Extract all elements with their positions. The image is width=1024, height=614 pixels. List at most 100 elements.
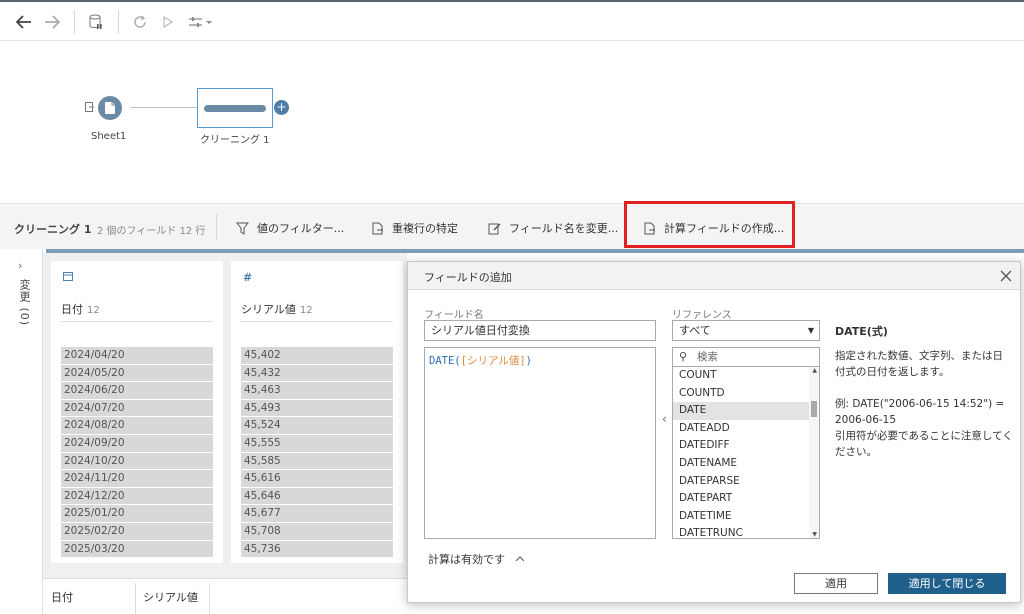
profile-card-title: 日付 12 bbox=[61, 303, 100, 316]
changes-panel[interactable]: › 変更 (0) bbox=[0, 249, 43, 614]
search-icon: ⚲ bbox=[679, 350, 688, 363]
step-divider bbox=[216, 214, 217, 240]
value-list: 2024/04/20 2024/05/20 2024/06/20 2024/07/20… bbox=[61, 347, 213, 559]
value-row[interactable]: 45,555 bbox=[241, 434, 393, 453]
function-search-input[interactable]: ⚲ 検索 bbox=[672, 347, 820, 367]
value-row[interactable]: 2024/05/20 bbox=[61, 364, 213, 383]
function-list-item[interactable]: COUNTD bbox=[673, 385, 819, 403]
input-node-sheet1[interactable] bbox=[98, 96, 122, 120]
function-doc-title: DATE(式) bbox=[835, 325, 888, 338]
formula-paren-close: ) bbox=[525, 355, 532, 367]
function-list-item[interactable]: COUNT bbox=[673, 367, 819, 385]
function-list-item[interactable]: DATEADD bbox=[673, 420, 819, 438]
rename-field-button[interactable]: フィールド名を変更... bbox=[488, 220, 618, 236]
grid-header-serial[interactable]: シリアル値 bbox=[143, 589, 198, 605]
number-hash-icon: # bbox=[243, 271, 253, 284]
value-row[interactable]: 45,402 bbox=[241, 347, 393, 365]
scroll-up-icon[interactable]: ▲ bbox=[812, 367, 817, 374]
value-row[interactable]: 45,432 bbox=[241, 364, 393, 383]
refresh-icon[interactable] bbox=[128, 10, 152, 34]
toolbar-divider bbox=[118, 10, 119, 34]
clean-step-node[interactable] bbox=[197, 88, 273, 128]
value-row[interactable]: 2024/09/20 bbox=[61, 434, 213, 453]
step-meta: 2 個のフィールド 12 行 bbox=[97, 226, 206, 237]
edit-pencil-icon bbox=[488, 223, 501, 234]
value-row[interactable]: 45,736 bbox=[241, 540, 393, 559]
value-row[interactable]: 2024/07/20 bbox=[61, 399, 213, 418]
function-list-item[interactable]: DATE bbox=[673, 402, 819, 420]
function-list-item[interactable]: DATEDIFF bbox=[673, 437, 819, 455]
profile-card-serial[interactable]: # シリアル値 12 45,402 45,432 45,463 45,493 45,524… bbox=[231, 261, 403, 563]
forward-arrow-icon[interactable] bbox=[40, 10, 64, 34]
profile-card-date[interactable]: 日付 12 2024/04/20 2024/05/20 2024/06/20 2024/… bbox=[51, 261, 223, 563]
value-row[interactable]: 2024/06/20 bbox=[61, 382, 213, 400]
search-placeholder: 検索 bbox=[697, 351, 718, 363]
chevron-right-icon[interactable]: › bbox=[18, 259, 22, 272]
value-row[interactable]: 2024/12/20 bbox=[61, 487, 213, 506]
calendar-icon bbox=[63, 271, 73, 284]
function-list-item[interactable]: DATETIME bbox=[673, 508, 819, 526]
changes-label: 変更 (0) bbox=[18, 279, 31, 327]
card-divider bbox=[61, 321, 213, 322]
value-row[interactable]: 2024/10/20 bbox=[61, 452, 213, 471]
value-row[interactable]: 45,524 bbox=[241, 417, 393, 435]
function-list-item[interactable]: DATEPART bbox=[673, 490, 819, 508]
value-row[interactable]: 45,493 bbox=[241, 399, 393, 418]
field-name-input[interactable]: シリアル値日付変換 bbox=[424, 320, 656, 341]
input-node-label: Sheet1 bbox=[91, 131, 127, 142]
value-row[interactable]: 2025/01/20 bbox=[61, 505, 213, 523]
value-row[interactable]: 2024/04/20 bbox=[61, 347, 213, 365]
value-row[interactable]: 45,708 bbox=[241, 522, 393, 541]
dialog-header: フィールドの追加 bbox=[408, 262, 1020, 290]
value-row[interactable]: 2024/08/20 bbox=[61, 417, 213, 435]
value-row[interactable]: 45,616 bbox=[241, 470, 393, 488]
back-arrow-icon[interactable] bbox=[12, 10, 36, 34]
function-doc-example: 例: DATE("2006-06-15 14:52") = 2006-06-15 bbox=[835, 398, 1005, 426]
input-flag-icon bbox=[85, 102, 95, 115]
function-list[interactable]: COUNT COUNTD DATE DATEADD DATEDIFF DATENAME DA… bbox=[672, 367, 820, 539]
value-row[interactable]: 2025/02/20 bbox=[61, 522, 213, 541]
reference-category-select[interactable]: すべて ▼ bbox=[672, 320, 820, 341]
formula-function: DATE bbox=[429, 355, 455, 367]
grid-header-date[interactable]: 日付 bbox=[51, 589, 73, 605]
add-step-plus-icon[interactable]: + bbox=[274, 100, 289, 115]
scroll-down-icon[interactable]: ▼ bbox=[812, 531, 817, 538]
add-field-dialog: フィールドの追加 フィールド名 シリアル値日付変換 DATE([シリアル値]) … bbox=[407, 261, 1021, 603]
chevron-left-icon[interactable]: ‹ bbox=[662, 412, 667, 426]
scroll-thumb[interactable] bbox=[811, 401, 817, 417]
dialog-title: フィールドの追加 bbox=[424, 271, 512, 284]
value-row[interactable]: 45,585 bbox=[241, 452, 393, 471]
calc-valid-toggle[interactable]: 計算は有効です bbox=[428, 551, 525, 567]
identify-duplicates-label: 重複行の特定 bbox=[392, 222, 458, 235]
function-doc-body: 指定された数値、文字列、または日付式の日付を返します。 例: DATE("200… bbox=[835, 348, 1013, 460]
value-row[interactable]: 45,463 bbox=[241, 382, 393, 400]
filter-values-button[interactable]: 値のフィルター... bbox=[236, 220, 344, 236]
value-row[interactable]: 2025/03/20 bbox=[61, 540, 213, 559]
function-list-scrollbar[interactable]: ▲ ▼ bbox=[809, 367, 819, 538]
value-row[interactable]: 45,646 bbox=[241, 487, 393, 506]
profile-card-title: シリアル値 12 bbox=[241, 303, 313, 316]
apply-and-close-button[interactable]: 適用して閉じる bbox=[888, 573, 1006, 594]
step-title: クリーニング 1 bbox=[14, 223, 92, 236]
formula-field-ref: [シリアル値] bbox=[460, 355, 526, 367]
settings-sliders-icon[interactable] bbox=[186, 10, 214, 34]
close-icon[interactable] bbox=[1000, 267, 1012, 286]
function-list-item[interactable]: DATEPARSE bbox=[673, 473, 819, 491]
function-list-item[interactable]: DATETRUNC bbox=[673, 525, 819, 538]
function-doc-description: 指定された数値、文字列、または日付式の日付を返します。 bbox=[835, 350, 1003, 378]
reference-select-value: すべて bbox=[679, 324, 711, 337]
formula-editor[interactable]: DATE([シリアル値]) bbox=[424, 347, 656, 539]
run-icon[interactable] bbox=[156, 10, 180, 34]
step-toolbar: クリーニング 1 2 個のフィールド 12 行 値のフィルター... 重複行の特… bbox=[0, 203, 1024, 249]
reference-label: リファレンス bbox=[672, 310, 732, 321]
identify-duplicates-button[interactable]: 重複行の特定 bbox=[372, 220, 458, 236]
value-row[interactable]: 45,677 bbox=[241, 505, 393, 523]
apply-button[interactable]: 適用 bbox=[794, 573, 878, 594]
value-row[interactable]: 2024/11/20 bbox=[61, 470, 213, 488]
field-name-label: フィールド名 bbox=[424, 310, 484, 321]
pause-data-icon[interactable] bbox=[84, 10, 108, 34]
data-grid: 日付 シリアル値 bbox=[43, 578, 407, 614]
calc-valid-label: 計算は有効です bbox=[428, 553, 505, 566]
clean-node-label: クリーニング 1 bbox=[200, 135, 270, 146]
function-list-item[interactable]: DATENAME bbox=[673, 455, 819, 473]
